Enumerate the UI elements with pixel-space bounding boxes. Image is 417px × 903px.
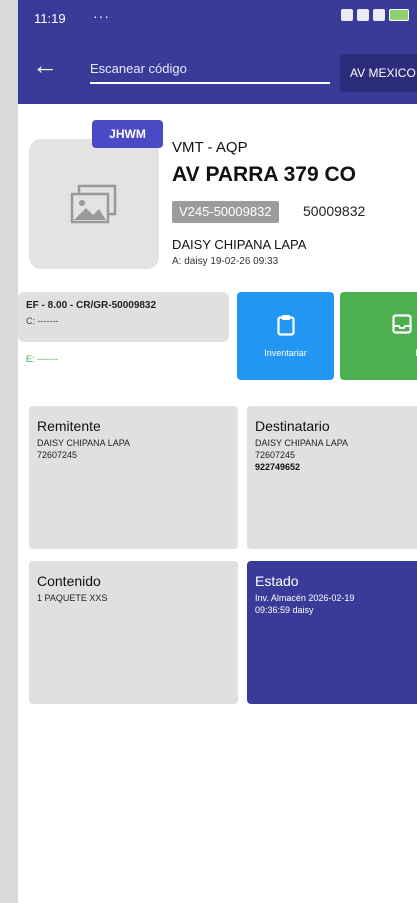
inventory-label: Inventariar bbox=[264, 348, 307, 358]
status-title: Estado bbox=[255, 573, 299, 589]
inventory-button[interactable]: Inventariar bbox=[237, 292, 334, 380]
fee-summary: EF - 8.00 - CR/GR-50009832 C: ------- bbox=[18, 292, 229, 342]
recipient-name: DAISY CHIPANA LAPA bbox=[255, 438, 349, 448]
sender-name: DAISY CHIPANA LAPA bbox=[37, 438, 131, 448]
fee-e-line: E: ------- bbox=[26, 354, 58, 364]
contents-card: Contenido 1 PAQUETE XXS bbox=[29, 561, 238, 704]
inbox-icon bbox=[392, 314, 412, 334]
signal-icon bbox=[373, 9, 385, 21]
image-icon bbox=[70, 184, 117, 224]
status-overflow-dots: ··· bbox=[93, 8, 110, 24]
battery-icon bbox=[389, 9, 409, 21]
address-title: AV PARRA 379 CO bbox=[172, 163, 356, 186]
deliver-button[interactable]: Entrega bbox=[340, 292, 417, 380]
sender-doc: 72607245 bbox=[37, 450, 78, 460]
client-name: DAISY CHIPANA LAPA bbox=[172, 237, 307, 252]
notification-icon bbox=[357, 9, 369, 21]
status-card: Estado Inv. Almacén 2026-02-19 09:36:59 … bbox=[247, 561, 417, 704]
back-arrow-icon[interactable]: ← bbox=[32, 52, 58, 78]
sender-title: Remitente bbox=[37, 418, 101, 434]
audit-line: A: daisy 19-02-26 09:33 bbox=[172, 256, 279, 267]
sender-card: Remitente DAISY CHIPANA LAPA 72607245 bbox=[29, 406, 238, 549]
alarm-icon bbox=[341, 9, 353, 21]
fee-line: EF - 8.00 - CR/GR-50009832 bbox=[26, 300, 157, 311]
clipboard-icon bbox=[277, 315, 295, 336]
app-screen: 11:19 ··· ← AV MEXICO JHWM VMT - AQP AV … bbox=[18, 0, 417, 903]
contents-title: Contenido bbox=[37, 573, 101, 589]
status-time: 11:19 bbox=[34, 11, 66, 26]
recipient-card: Destinatario DAISY CHIPANA LAPA 72607245… bbox=[247, 406, 417, 549]
agency-badge: JHWM bbox=[92, 120, 163, 148]
guide-code-chip: V245-50009832 bbox=[172, 201, 279, 223]
status-icons bbox=[341, 9, 409, 21]
status-line: Inv. Almacén 2026-02-19 bbox=[255, 593, 355, 603]
status-user-line: 09:36:59 daisy bbox=[255, 605, 314, 615]
route-label: VMT - AQP bbox=[172, 139, 248, 156]
photo-placeholder[interactable] bbox=[29, 139, 159, 269]
status-bar: 11:19 ··· bbox=[18, 0, 417, 38]
recipient-doc: 72607245 bbox=[255, 450, 296, 460]
scan-field bbox=[90, 60, 330, 84]
deliver-label: Entrega bbox=[340, 348, 417, 358]
contents-text: 1 PAQUETE XXS bbox=[37, 593, 108, 603]
recipient-title: Destinatario bbox=[255, 418, 330, 434]
scan-code-input[interactable] bbox=[90, 61, 330, 76]
branch-button[interactable]: AV MEXICO bbox=[340, 54, 417, 92]
recipient-phone: 922749652 bbox=[255, 462, 301, 472]
app-bar: ← AV MEXICO bbox=[18, 38, 417, 104]
fee-c-line: C: ------- bbox=[26, 316, 59, 326]
guide-number: 50009832 bbox=[303, 203, 366, 219]
